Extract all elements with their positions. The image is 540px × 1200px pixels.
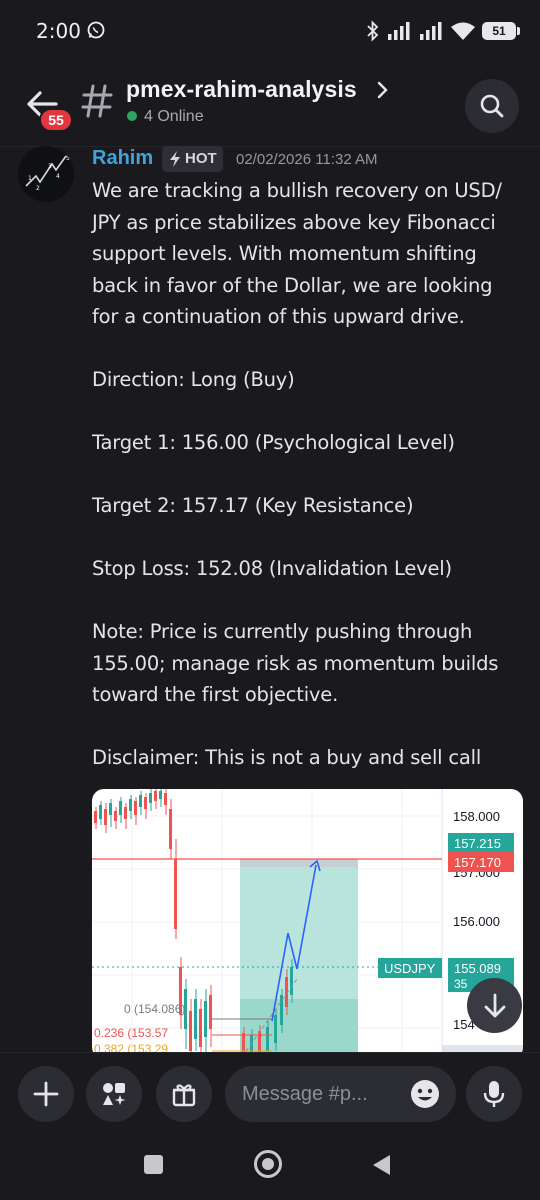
whatsapp-notification-icon	[87, 21, 105, 39]
bluetooth-icon	[367, 20, 379, 42]
apps-icon	[103, 1083, 126, 1105]
status-icons: 51	[366, 16, 520, 46]
fib-level-0382: 0.382 (153.29	[94, 1042, 168, 1052]
chart-attachment[interactable]: 0 (154.086) 0.236 (153.57 0.382 (153.29 …	[92, 789, 523, 1052]
signal-icon-1	[388, 22, 410, 40]
status-bar: 2:00 51	[0, 0, 540, 62]
current-price-label: 155.089	[454, 961, 501, 976]
arrow-down-icon	[484, 993, 505, 1017]
unread-badge: 55	[39, 108, 73, 132]
price-tick-156: 156.000	[453, 914, 500, 929]
hash-icon	[81, 84, 113, 118]
price-tick-158: 158.000	[453, 809, 500, 824]
svg-text:1: 1	[28, 175, 32, 182]
channel-header: 55 pmex-rahim-analysis 4 Online	[0, 62, 540, 146]
status-time: 2:00	[36, 19, 81, 43]
recents-button[interactable]	[144, 1155, 163, 1174]
voice-message-button[interactable]	[466, 1066, 522, 1122]
plus-icon	[33, 1081, 59, 1107]
system-nav-bar	[0, 1136, 540, 1200]
role-tag-label: HOT	[185, 150, 217, 167]
current-price-sublabel: 35	[454, 977, 468, 991]
emoji-icon[interactable]	[410, 1079, 440, 1109]
chevron-right-icon[interactable]	[376, 80, 390, 100]
svg-text:2: 2	[36, 185, 40, 192]
symbol-label: USDJPY	[384, 961, 436, 976]
message-body: We are tracking a bullish recovery on US…	[92, 179, 502, 769]
message: 1 2 3 4 5 Rahim HOT 02/02/2026 11:32 AM …	[0, 146, 540, 1052]
entry-zone	[240, 999, 358, 1052]
message-composer: Message #p...	[0, 1052, 540, 1136]
add-button[interactable]	[18, 1066, 74, 1122]
back-triangle-icon[interactable]	[370, 1153, 392, 1177]
role-tag: HOT	[162, 146, 223, 172]
message-author[interactable]: Rahim	[92, 147, 153, 170]
wifi-icon	[451, 22, 475, 40]
svg-text:3: 3	[48, 163, 52, 170]
svg-text:5: 5	[66, 155, 70, 162]
gift-button[interactable]	[156, 1066, 212, 1122]
avatar[interactable]: 1 2 3 4 5	[18, 146, 74, 202]
apps-button[interactable]	[86, 1066, 142, 1122]
lightning-icon	[170, 151, 180, 167]
online-count: 4 Online	[144, 108, 204, 125]
search-icon	[480, 94, 504, 118]
search-button[interactable]	[465, 79, 519, 133]
message-timestamp: 02/02/2026 11:32 AM	[236, 151, 378, 168]
fib-level-0236: 0.236 (153.57	[94, 1026, 168, 1040]
signal-icon-2	[420, 22, 442, 40]
wave-chart-avatar-icon: 1 2 3 4 5	[25, 155, 70, 192]
chart-image: 0 (154.086) 0.236 (153.57 0.382 (153.29 …	[92, 789, 523, 1052]
battery-indicator: 51	[482, 22, 520, 40]
gift-icon	[172, 1084, 196, 1107]
home-button[interactable]	[254, 1150, 282, 1178]
channel-name[interactable]: pmex-rahim-analysis	[126, 76, 357, 103]
take-profit-label: 157.215	[454, 836, 501, 851]
resistance-label: 157.170	[454, 855, 501, 870]
online-indicator	[127, 111, 137, 121]
svg-text:4: 4	[56, 173, 60, 180]
microphone-icon	[483, 1081, 505, 1107]
fib-level-0: 0 (154.086)	[124, 1002, 185, 1016]
scroll-to-bottom-button[interactable]	[467, 978, 522, 1033]
